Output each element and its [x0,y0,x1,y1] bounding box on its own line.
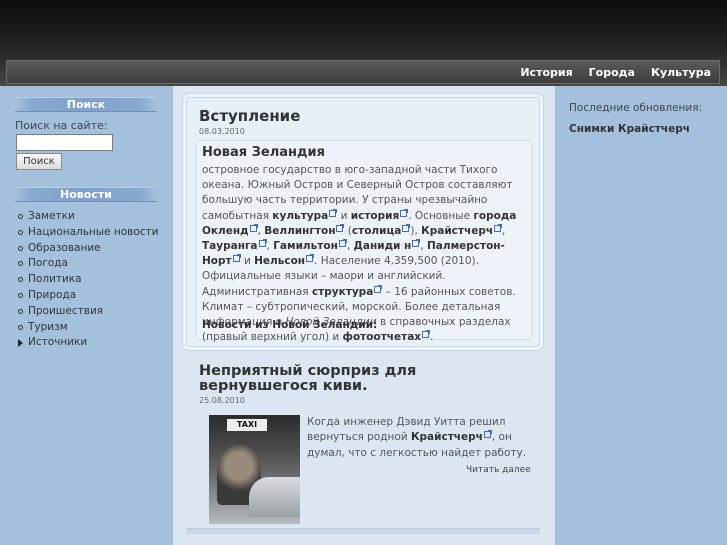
external-link-icon [338,239,347,248]
link-photo-reports[interactable]: фотоотчетах [343,331,422,343]
external-link-icon [422,330,431,339]
external-link-icon [374,284,383,293]
news-list: Заметки Национальные новости Образование… [16,209,159,351]
taxi-photo: TAXI [209,415,300,524]
news-item-notes[interactable]: Заметки [16,209,159,225]
news-item-sources[interactable]: Источники [16,335,159,351]
intro-subtitle: Новая Зеландия [202,145,325,160]
link-christchurch[interactable]: Крайстчерч [421,225,493,237]
bullet-icon [18,292,23,298]
external-link-icon [483,430,492,439]
external-link-icon [258,239,267,248]
bullet-icon [18,277,23,283]
external-link-icon [329,208,338,217]
news-from-nz-label: Новости из Новой Зеландии: [202,319,378,331]
news-item-education[interactable]: Образование [16,241,159,257]
external-link-icon [412,239,421,248]
external-link-icon [400,208,409,217]
news-post-title[interactable]: Неприятный сюрприз для вернувшегося киви… [199,364,529,394]
link-christchurch-news[interactable]: Крайстчерч [411,431,483,443]
link-tauranga[interactable]: Тауранга [202,240,258,252]
link-culture[interactable]: культура [272,210,328,222]
external-link-icon [306,254,315,263]
bullet-icon [18,245,23,251]
link-cities[interactable]: города [473,210,516,222]
link-dunedin[interactable]: Даниди н [354,240,412,252]
news-post-date: 25.08.2010 [199,396,245,405]
bullet-icon [18,324,23,330]
arrow-right-icon [18,339,23,348]
search-label: Поиск на сайте: [15,119,108,132]
read-more-link[interactable]: Читать далее [466,465,531,475]
link-auckland[interactable]: Окленд [202,225,249,237]
car-figure [249,477,300,517]
external-link-icon [494,223,503,232]
link-wellington[interactable]: Веллингтон [264,225,335,237]
bullet-icon [18,308,23,314]
news-item-tourism[interactable]: Туризм [16,320,159,336]
news-item-incidents[interactable]: Проишествия [16,304,159,320]
top-navbar: История Города Культура [6,60,720,84]
recent-updates-label: Последние обновления: [569,102,703,114]
bullet-icon [18,214,23,219]
search-button[interactable]: Поиск [16,153,62,170]
taxi-sign: TAXI [227,419,267,431]
news-heading: Новости [15,187,157,202]
recent-update-link[interactable]: Снимки Крайстчерч [569,123,690,135]
nav-link-history[interactable]: История [520,66,572,79]
news-item-nature[interactable]: Природа [16,288,159,304]
news-item-weather[interactable]: Погода [16,256,159,272]
search-input[interactable] [16,134,113,151]
external-link-icon [249,223,258,232]
news-post-excerpt: Когда инженер Дэвид Уитта решил вернутьс… [307,416,527,459]
link-capital[interactable]: столица [352,225,401,237]
link-nelson[interactable]: Нельсон [254,255,305,267]
site-header: История Города Культура [0,0,727,86]
external-link-icon [336,223,345,232]
external-link-icon [402,223,411,232]
link-hamilton[interactable]: Гамильтон [273,240,338,252]
bullet-icon [18,229,23,235]
next-post-edge [186,528,540,534]
intro-post-title[interactable]: Вступление [199,107,300,125]
bullet-icon [18,261,23,267]
external-link-icon [232,254,241,263]
link-structure[interactable]: структура [312,286,373,298]
link-history[interactable]: история [351,210,400,222]
intro-post-date: 08.03.2010 [199,127,245,136]
nav-link-culture[interactable]: Культура [651,66,711,79]
news-item-politics[interactable]: Политика [16,272,159,288]
nav-link-cities[interactable]: Города [589,66,635,79]
news-item-national[interactable]: Национальные новости [16,225,159,241]
search-heading: Поиск [15,97,157,112]
right-sidebar [555,86,727,545]
